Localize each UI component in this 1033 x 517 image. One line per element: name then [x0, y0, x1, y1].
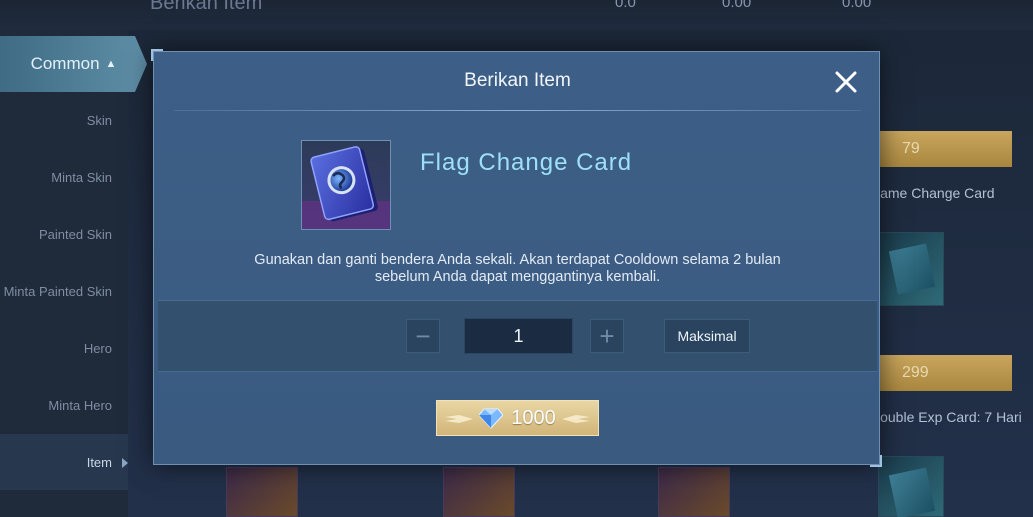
category-label: Common: [30, 54, 100, 73]
dialog-title: Berikan Item: [464, 70, 571, 91]
page-title: Berikan Item: [150, 0, 263, 14]
diamond-icon: [479, 408, 504, 429]
item-thumbnail[interactable]: [226, 467, 298, 517]
close-button[interactable]: [832, 68, 860, 96]
max-button[interactable]: Maksimal: [664, 319, 750, 353]
close-icon: [835, 71, 857, 93]
sidebar-item-minta-hero[interactable]: Minta Hero: [0, 377, 128, 433]
sidebar-item-hero[interactable]: Hero: [0, 320, 128, 376]
gift-item-dialog: Berikan Item Flag Change Card Gunakan da…: [151, 49, 882, 467]
quantity-selector: − + Maksimal: [158, 300, 877, 372]
increase-button[interactable]: +: [590, 319, 624, 353]
decrease-button[interactable]: −: [406, 319, 440, 353]
description-line: Gunakan dan ganti bendera Anda sekali. A…: [254, 252, 781, 268]
price-amount: 1000: [511, 406, 556, 429]
item-name: Flag Change Card: [420, 149, 633, 176]
sidebar-item-minta-skin[interactable]: Minta Skin: [0, 149, 128, 205]
sidebar-category-common[interactable]: Common ▲: [0, 36, 147, 92]
sidebar-item-painted-skin[interactable]: Painted Skin: [0, 206, 128, 262]
exp-card-icon[interactable]: [878, 456, 944, 517]
resource-counter: 0.00: [722, 0, 752, 11]
price-value: 299: [902, 364, 929, 381]
price-value: 79: [902, 140, 920, 157]
wing-ornament-icon: [445, 415, 473, 423]
price-tag[interactable]: 299: [862, 355, 1012, 391]
sidebar-item-label: Item: [86, 454, 112, 470]
sidebar-item-label: Hero: [83, 340, 112, 356]
top-bar: Berikan Item 0.0 0.00 0.00: [0, 0, 1033, 30]
quantity-input[interactable]: [464, 318, 573, 354]
chevron-up-icon: ▲: [105, 58, 117, 70]
buy-button[interactable]: 1000: [436, 400, 599, 436]
card-label: Double Exp Card: 7 Hari: [870, 409, 1022, 425]
sidebar-item-label: Minta Skin: [51, 169, 112, 185]
wing-ornament-icon: [562, 415, 590, 423]
sidebar-item-label: Minta Hero: [48, 397, 112, 413]
resource-counter: 0.00: [842, 0, 872, 11]
item-thumbnail[interactable]: [443, 467, 515, 517]
price-tag[interactable]: 79: [862, 131, 1012, 167]
sidebar-item-item[interactable]: Item: [0, 434, 128, 490]
divider: [174, 110, 861, 111]
sidebar-item-skin[interactable]: Skin: [0, 92, 128, 148]
item-thumbnail[interactable]: [658, 467, 730, 517]
sidebar-item-label: Painted Skin: [39, 226, 112, 242]
sidebar-item-minta-painted-skin[interactable]: Minta Painted Skin: [0, 263, 128, 319]
sidebar-item-label: Skin: [86, 112, 112, 128]
flag-change-card-icon: [301, 140, 391, 230]
resource-counter: 0.0: [615, 0, 636, 11]
description-line: sebelum Anda dapat menggantinya kembali.: [374, 269, 661, 285]
sidebar-item-label: Minta Painted Skin: [3, 283, 112, 299]
name-change-card-icon[interactable]: [878, 232, 944, 306]
card-label: Name Change Card: [870, 185, 995, 201]
item-description: Gunakan dan ganti bendera Anda sekali. A…: [194, 252, 841, 286]
